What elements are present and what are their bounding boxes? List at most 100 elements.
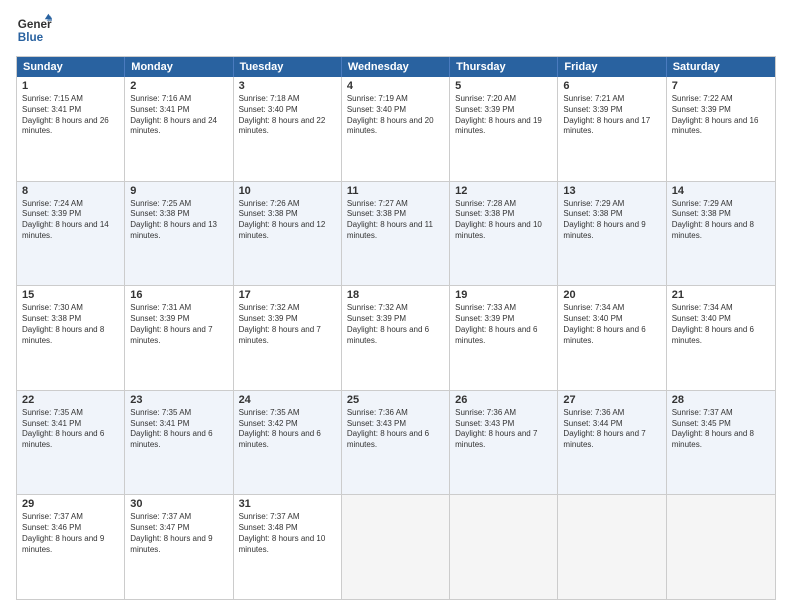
- cell-info: Sunrise: 7:37 AM Sunset: 3:45 PM Dayligh…: [672, 408, 770, 451]
- calendar-cell: 16 Sunrise: 7:31 AM Sunset: 3:39 PM Dayli…: [125, 286, 233, 390]
- calendar-cell: 31Sunrise: 7:37 AM Sunset: 3:48 PM Dayli…: [234, 495, 342, 599]
- svg-text:Blue: Blue: [18, 31, 44, 44]
- day-number: 16: [130, 289, 227, 301]
- cell-info: Sunrise: 7:25 AM Sunset: 3:38 PM Dayligh…: [130, 199, 227, 242]
- calendar-cell: 21 Sunrise: 7:34 AM Sunset: 3:40 PM Dayli…: [667, 286, 775, 390]
- calendar-header-cell: Wednesday: [342, 57, 450, 77]
- cell-info: Sunrise: 7:31 AM Sunset: 3:39 PM Dayligh…: [130, 303, 227, 346]
- cell-info: Sunrise: 7:28 AM Sunset: 3:38 PM Dayligh…: [455, 199, 552, 242]
- day-number: 20: [563, 289, 660, 301]
- calendar-cell: 27 Sunrise: 7:36 AM Sunset: 3:44 PM Dayli…: [558, 391, 666, 495]
- calendar-cell-empty: [450, 495, 558, 599]
- day-number: 23: [130, 394, 227, 406]
- header: General Blue: [16, 12, 776, 48]
- cell-info: Sunrise: 7:15 AM Sunset: 3:41 PM Dayligh…: [22, 94, 119, 137]
- calendar-cell: 11 Sunrise: 7:27 AM Sunset: 3:38 PM Dayli…: [342, 182, 450, 286]
- calendar-cell: 20Sunrise: 7:34 AM Sunset: 3:40 PM Dayli…: [558, 286, 666, 390]
- calendar-header-cell: Monday: [125, 57, 233, 77]
- page: General Blue SundayMondayTuesdayWednesda…: [0, 0, 792, 612]
- cell-info: Sunrise: 7:32 AM Sunset: 3:39 PM Dayligh…: [347, 303, 444, 346]
- cell-info: Sunrise: 7:32 AM Sunset: 3:39 PM Dayligh…: [239, 303, 336, 346]
- calendar-cell: 23 Sunrise: 7:35 AM Sunset: 3:41 PM Dayli…: [125, 391, 233, 495]
- logo: General Blue: [16, 12, 52, 48]
- cell-info: Sunrise: 7:21 AM Sunset: 3:39 PM Dayligh…: [563, 94, 660, 137]
- calendar-cell: 29Sunrise: 7:37 AM Sunset: 3:46 PM Dayli…: [17, 495, 125, 599]
- svg-text:General: General: [18, 18, 52, 31]
- day-number: 27: [563, 394, 660, 406]
- day-number: 1: [22, 80, 119, 92]
- calendar-cell-empty: [558, 495, 666, 599]
- day-number: 25: [347, 394, 444, 406]
- cell-info: Sunrise: 7:24 AM Sunset: 3:39 PM Dayligh…: [22, 199, 119, 242]
- calendar-header-cell: Tuesday: [234, 57, 342, 77]
- calendar-cell: 14Sunrise: 7:29 AM Sunset: 3:38 PM Dayli…: [667, 182, 775, 286]
- cell-info: Sunrise: 7:29 AM Sunset: 3:38 PM Dayligh…: [563, 199, 660, 242]
- calendar-cell: 10Sunrise: 7:26 AM Sunset: 3:38 PM Dayli…: [234, 182, 342, 286]
- cell-info: Sunrise: 7:35 AM Sunset: 3:41 PM Dayligh…: [22, 408, 119, 451]
- day-number: 28: [672, 394, 770, 406]
- cell-info: Sunrise: 7:35 AM Sunset: 3:42 PM Dayligh…: [239, 408, 336, 451]
- calendar-cell: 28 Sunrise: 7:37 AM Sunset: 3:45 PM Dayli…: [667, 391, 775, 495]
- day-number: 11: [347, 185, 444, 197]
- calendar-row: 29Sunrise: 7:37 AM Sunset: 3:46 PM Dayli…: [17, 494, 775, 599]
- day-number: 26: [455, 394, 552, 406]
- calendar-cell: 24 Sunrise: 7:35 AM Sunset: 3:42 PM Dayli…: [234, 391, 342, 495]
- calendar-cell: 9 Sunrise: 7:25 AM Sunset: 3:38 PM Daylig…: [125, 182, 233, 286]
- day-number: 19: [455, 289, 552, 301]
- cell-info: Sunrise: 7:22 AM Sunset: 3:39 PM Dayligh…: [672, 94, 770, 137]
- cell-info: Sunrise: 7:16 AM Sunset: 3:41 PM Dayligh…: [130, 94, 227, 137]
- day-number: 17: [239, 289, 336, 301]
- calendar-header-cell: Thursday: [450, 57, 558, 77]
- calendar-cell: 25 Sunrise: 7:36 AM Sunset: 3:43 PM Dayli…: [342, 391, 450, 495]
- cell-info: Sunrise: 7:30 AM Sunset: 3:38 PM Dayligh…: [22, 303, 119, 346]
- calendar-cell: 2 Sunrise: 7:16 AM Sunset: 3:41 PM Daylig…: [125, 77, 233, 181]
- cell-info: Sunrise: 7:20 AM Sunset: 3:39 PM Dayligh…: [455, 94, 552, 137]
- calendar-cell: 4 Sunrise: 7:19 AM Sunset: 3:40 PM Daylig…: [342, 77, 450, 181]
- day-number: 22: [22, 394, 119, 406]
- cell-info: Sunrise: 7:35 AM Sunset: 3:41 PM Dayligh…: [130, 408, 227, 451]
- day-number: 7: [672, 80, 770, 92]
- cell-info: Sunrise: 7:36 AM Sunset: 3:44 PM Dayligh…: [563, 408, 660, 451]
- day-number: 9: [130, 185, 227, 197]
- cell-info: Sunrise: 7:34 AM Sunset: 3:40 PM Dayligh…: [672, 303, 770, 346]
- calendar-header: SundayMondayTuesdayWednesdayThursdayFrid…: [17, 57, 775, 77]
- calendar-cell: 17 Sunrise: 7:32 AM Sunset: 3:39 PM Dayli…: [234, 286, 342, 390]
- calendar-cell: 5Sunrise: 7:20 AM Sunset: 3:39 PM Daylig…: [450, 77, 558, 181]
- day-number: 12: [455, 185, 552, 197]
- calendar-row: 1 Sunrise: 7:15 AM Sunset: 3:41 PM Daylig…: [17, 77, 775, 181]
- day-number: 8: [22, 185, 119, 197]
- calendar-cell: 8 Sunrise: 7:24 AM Sunset: 3:39 PM Daylig…: [17, 182, 125, 286]
- calendar-body: 1 Sunrise: 7:15 AM Sunset: 3:41 PM Daylig…: [17, 77, 775, 599]
- day-number: 24: [239, 394, 336, 406]
- calendar-header-cell: Sunday: [17, 57, 125, 77]
- cell-info: Sunrise: 7:18 AM Sunset: 3:40 PM Dayligh…: [239, 94, 336, 137]
- cell-info: Sunrise: 7:27 AM Sunset: 3:38 PM Dayligh…: [347, 199, 444, 242]
- calendar-cell: 19 Sunrise: 7:33 AM Sunset: 3:39 PM Dayli…: [450, 286, 558, 390]
- calendar: SundayMondayTuesdayWednesdayThursdayFrid…: [16, 56, 776, 600]
- day-number: 4: [347, 80, 444, 92]
- day-number: 6: [563, 80, 660, 92]
- day-number: 2: [130, 80, 227, 92]
- calendar-cell: 30 Sunrise: 7:37 AM Sunset: 3:47 PM Dayli…: [125, 495, 233, 599]
- calendar-cell: 6 Sunrise: 7:21 AM Sunset: 3:39 PM Daylig…: [558, 77, 666, 181]
- calendar-cell: 1 Sunrise: 7:15 AM Sunset: 3:41 PM Daylig…: [17, 77, 125, 181]
- cell-info: Sunrise: 7:37 AM Sunset: 3:48 PM Dayligh…: [239, 512, 336, 555]
- cell-info: Sunrise: 7:33 AM Sunset: 3:39 PM Dayligh…: [455, 303, 552, 346]
- day-number: 21: [672, 289, 770, 301]
- calendar-cell: 13 Sunrise: 7:29 AM Sunset: 3:38 PM Dayli…: [558, 182, 666, 286]
- cell-info: Sunrise: 7:37 AM Sunset: 3:47 PM Dayligh…: [130, 512, 227, 555]
- day-number: 13: [563, 185, 660, 197]
- calendar-header-cell: Friday: [558, 57, 666, 77]
- day-number: 3: [239, 80, 336, 92]
- day-number: 18: [347, 289, 444, 301]
- logo-icon: General Blue: [16, 12, 52, 48]
- day-number: 15: [22, 289, 119, 301]
- calendar-cell-empty: [667, 495, 775, 599]
- cell-info: Sunrise: 7:19 AM Sunset: 3:40 PM Dayligh…: [347, 94, 444, 137]
- calendar-row: 8 Sunrise: 7:24 AM Sunset: 3:39 PM Daylig…: [17, 181, 775, 286]
- day-number: 30: [130, 498, 227, 510]
- calendar-cell: 26Sunrise: 7:36 AM Sunset: 3:43 PM Dayli…: [450, 391, 558, 495]
- cell-info: Sunrise: 7:26 AM Sunset: 3:38 PM Dayligh…: [239, 199, 336, 242]
- cell-info: Sunrise: 7:36 AM Sunset: 3:43 PM Dayligh…: [347, 408, 444, 451]
- calendar-cell: 18 Sunrise: 7:32 AM Sunset: 3:39 PM Dayli…: [342, 286, 450, 390]
